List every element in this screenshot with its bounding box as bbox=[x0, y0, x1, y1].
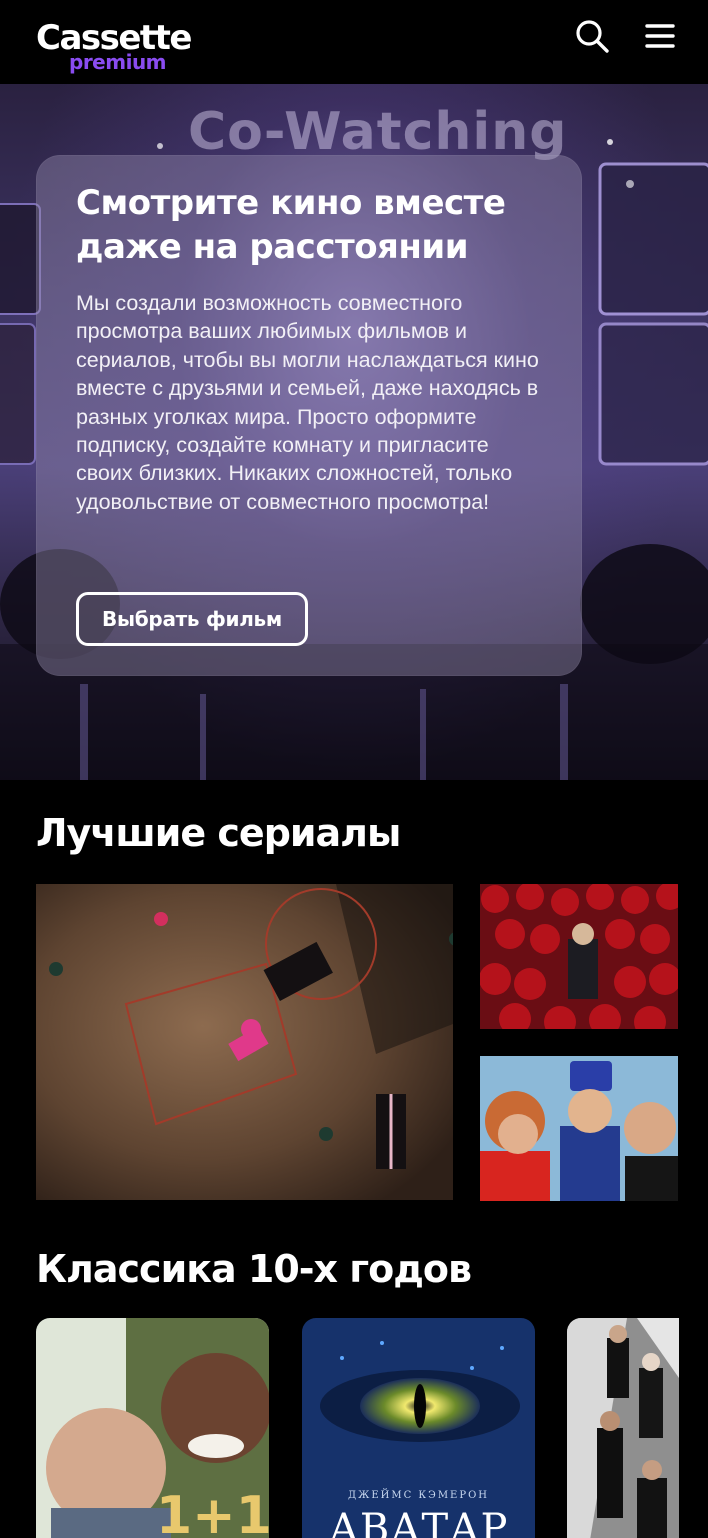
logo[interactable]: Cassette premium bbox=[36, 18, 216, 78]
logo-sub-text: premium bbox=[69, 50, 167, 74]
header: Cassette premium bbox=[0, 0, 708, 84]
menu-button[interactable] bbox=[640, 16, 680, 56]
series-card-comedy[interactable] bbox=[480, 1056, 678, 1201]
movie-poster-image bbox=[302, 1318, 535, 1538]
section-title-series: Лучшие сериалы bbox=[36, 811, 401, 855]
section-title-classic: Классика 10-х годов bbox=[36, 1247, 472, 1291]
series-poster-image bbox=[36, 884, 453, 1200]
movie-card-2[interactable]: ДЖЕЙМС КЭМЕРОН АВАТАР bbox=[302, 1318, 535, 1538]
hero-background-title: Co-Watching bbox=[188, 102, 568, 162]
hero-card: Смотрите кино вместе даже на расстоянии … bbox=[36, 155, 582, 676]
movie-poster-caption: АВАТАР bbox=[328, 1506, 509, 1538]
search-button[interactable] bbox=[572, 16, 612, 56]
series-poster-image bbox=[480, 884, 678, 1029]
movie-card-1[interactable]: 1+1 bbox=[36, 1318, 269, 1538]
hero-title: Смотрите кино вместе даже на расстоянии bbox=[76, 183, 506, 267]
movie-card-3[interactable] bbox=[567, 1318, 679, 1538]
series-card-money-heist[interactable] bbox=[480, 884, 678, 1029]
choose-film-button[interactable]: Выбрать фильм bbox=[76, 592, 308, 646]
menu-icon bbox=[645, 24, 675, 48]
series-card-featured[interactable] bbox=[36, 884, 453, 1200]
movie-poster-caption: 1+1 bbox=[156, 1486, 269, 1538]
hero-description: Мы создали возможность совместного просм… bbox=[76, 291, 539, 514]
movie-poster-director: ДЖЕЙМС КЭМЕРОН bbox=[347, 1490, 490, 1501]
movie-poster-image bbox=[567, 1318, 679, 1538]
page: Cassette premium Co-Watching Смотрите ки… bbox=[0, 0, 708, 1538]
search-icon bbox=[576, 20, 609, 53]
hero-banner: Co-Watching Смотрите кино вместе даже на… bbox=[0, 84, 708, 780]
series-poster-image bbox=[480, 1056, 678, 1201]
